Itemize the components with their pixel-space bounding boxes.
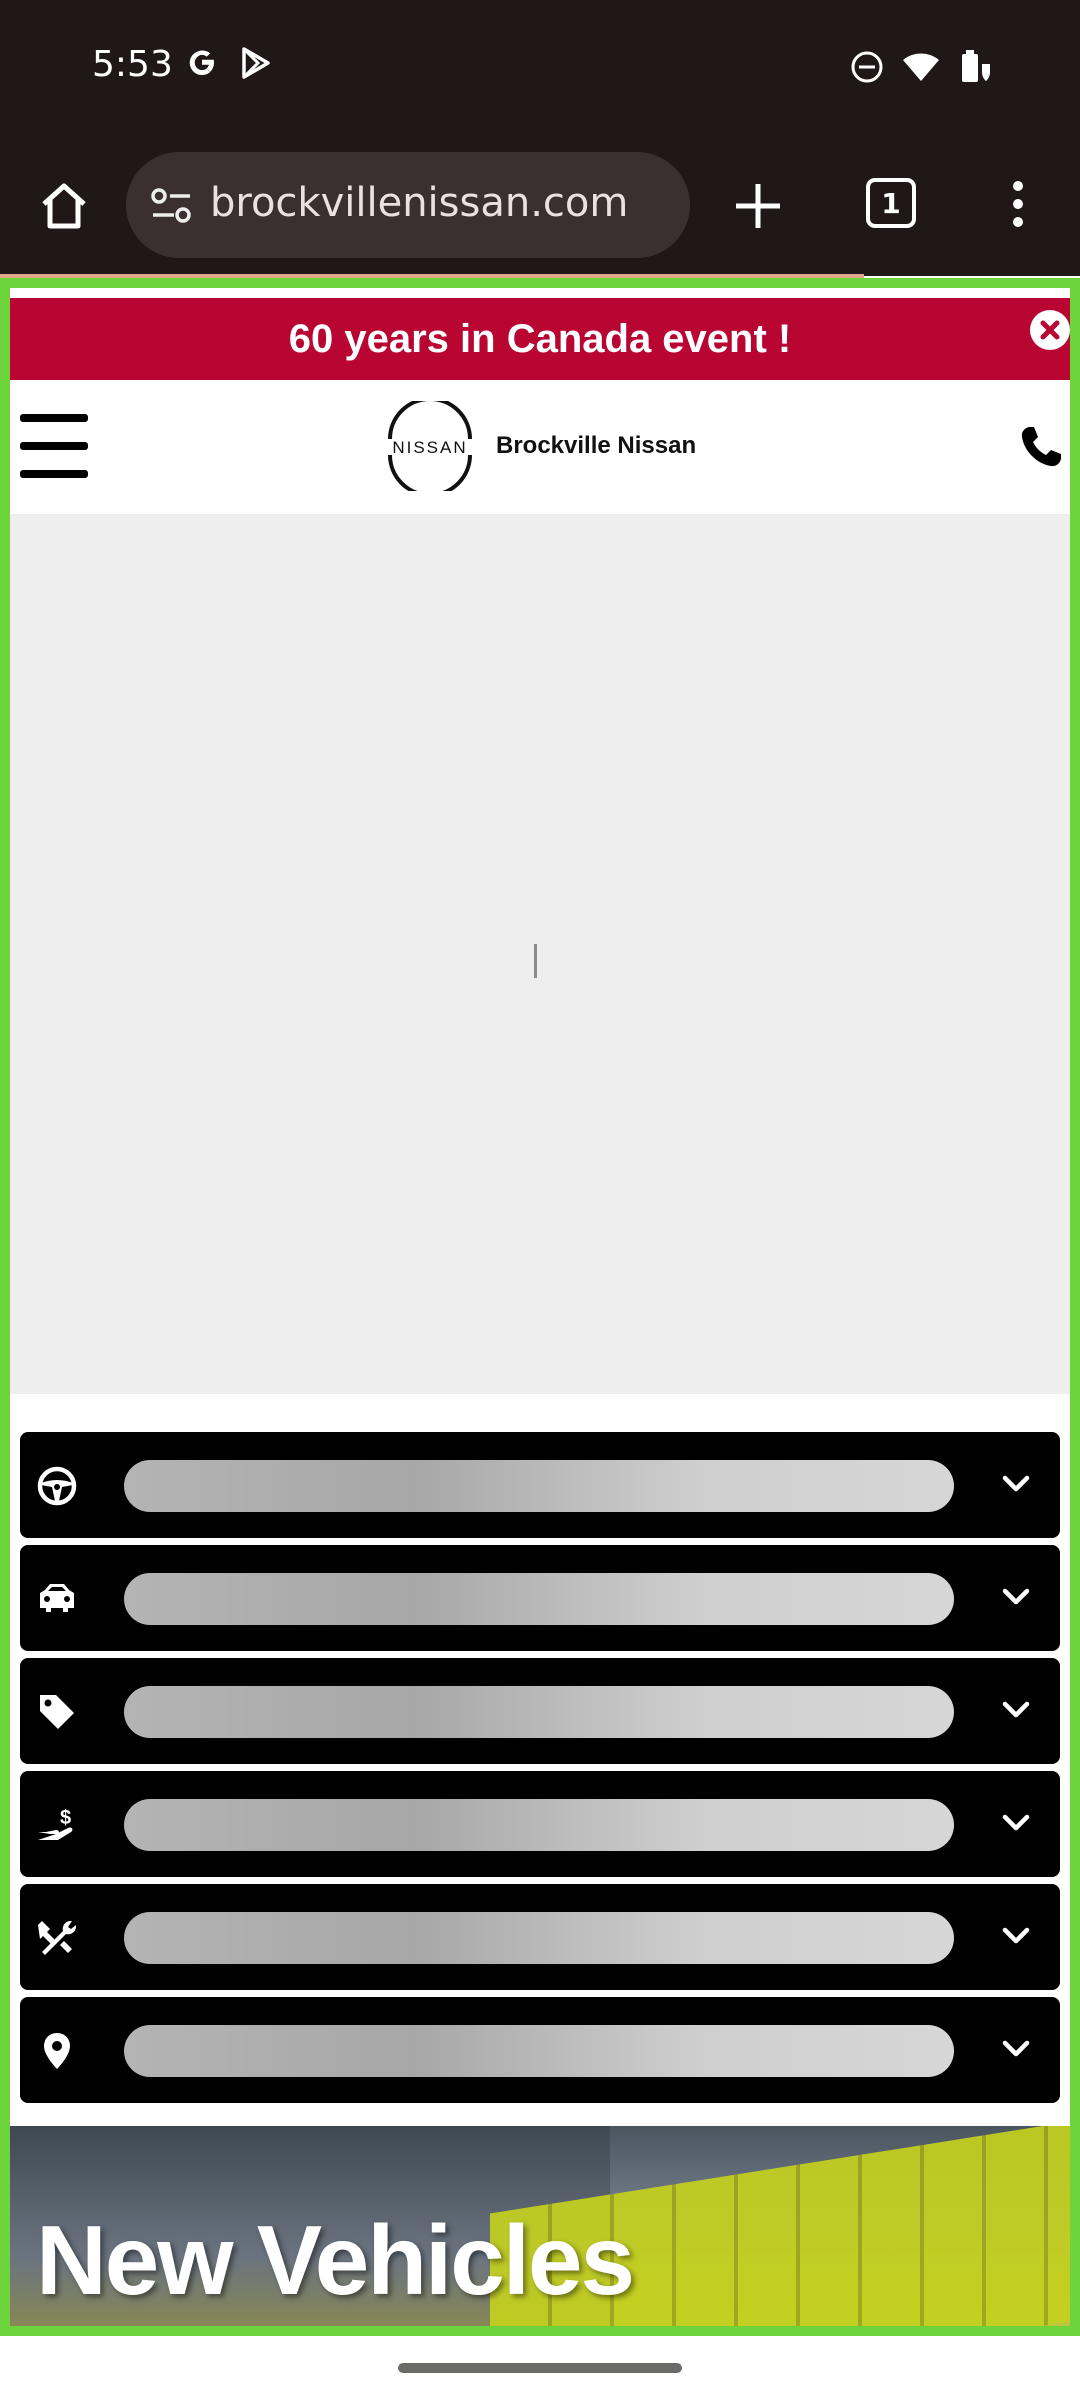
tab-switcher-icon[interactable]: 1 [866,178,916,228]
dealer-logo[interactable]: NISSAN Brockville Nissan [378,400,696,492]
chevron-down-icon[interactable] [998,1918,1034,1959]
promo-banner[interactable]: 60 years in Canada event ! [10,298,1070,380]
battery-saver-icon [958,48,992,91]
new-tab-icon[interactable] [730,178,786,239]
hamburger-menu-icon[interactable] [20,414,88,478]
phone-icon[interactable] [1018,424,1064,475]
quick-nav-label [124,1573,954,1625]
do-not-disturb-icon [850,50,884,89]
quick-nav-item[interactable] [20,1884,1060,1990]
new-vehicles-heading: New Vehicles [36,2205,635,2315]
site-settings-icon[interactable] [150,186,194,231]
chevron-down-icon[interactable] [998,1579,1034,1620]
chevron-down-icon[interactable] [998,1805,1034,1846]
chevron-down-icon[interactable] [998,1692,1034,1733]
tools-icon [36,1917,78,1959]
quick-nav-label [124,1799,954,1851]
quick-nav-item[interactable] [20,1658,1060,1764]
price-tag-icon [36,1691,78,1733]
wifi-icon [902,51,940,88]
home-icon[interactable] [36,178,92,234]
logo-mark-text: NISSAN [392,438,467,457]
chevron-down-icon[interactable] [998,1466,1034,1507]
dealer-name: Brockville Nissan [496,432,697,459]
chevron-down-icon[interactable] [998,2031,1034,2072]
quick-nav-item[interactable] [20,1545,1060,1651]
close-icon[interactable] [1030,310,1070,350]
svg-text:$: $ [60,1807,71,1829]
quick-nav-label [124,1460,954,1512]
web-page: 60 years in Canada event ! NISSAN Brockv… [0,278,1080,2336]
quick-nav-list: $ [20,1432,1070,2110]
browser-toolbar: brockvillenissan.com 1 [0,138,1080,276]
quick-nav-item[interactable] [20,1997,1060,2103]
quick-nav-item[interactable]: $ [20,1771,1060,1877]
quick-nav-label [124,2025,954,2077]
quick-nav-item[interactable] [20,1432,1060,1538]
steering-wheel-icon [36,1465,78,1507]
car-icon [36,1578,78,1620]
finance-hand-icon: $ [36,1804,78,1846]
quick-nav-label [124,1686,954,1738]
new-vehicles-section[interactable]: New Vehicles [10,2126,1070,2326]
site-header: NISSAN Brockville Nissan [10,380,1070,514]
url-text: brockvillenissan.com [210,180,629,226]
overflow-menu-icon[interactable] [1006,174,1030,239]
hero-loading-placeholder [10,514,1070,1394]
status-icons [850,48,992,91]
gesture-navigation-bar[interactable] [398,2363,682,2373]
location-pin-icon [36,2030,78,2072]
promo-banner-text: 60 years in Canada event ! [288,316,792,361]
play-store-icon [240,46,272,85]
google-g-icon [184,44,220,85]
nissan-logo: NISSAN [388,401,472,491]
text-cursor [534,944,537,978]
status-time: 5:53 [92,44,173,85]
address-bar[interactable]: brockvillenissan.com [126,152,690,258]
status-bar: 5:53 [0,0,1080,138]
quick-nav-label [124,1912,954,1964]
